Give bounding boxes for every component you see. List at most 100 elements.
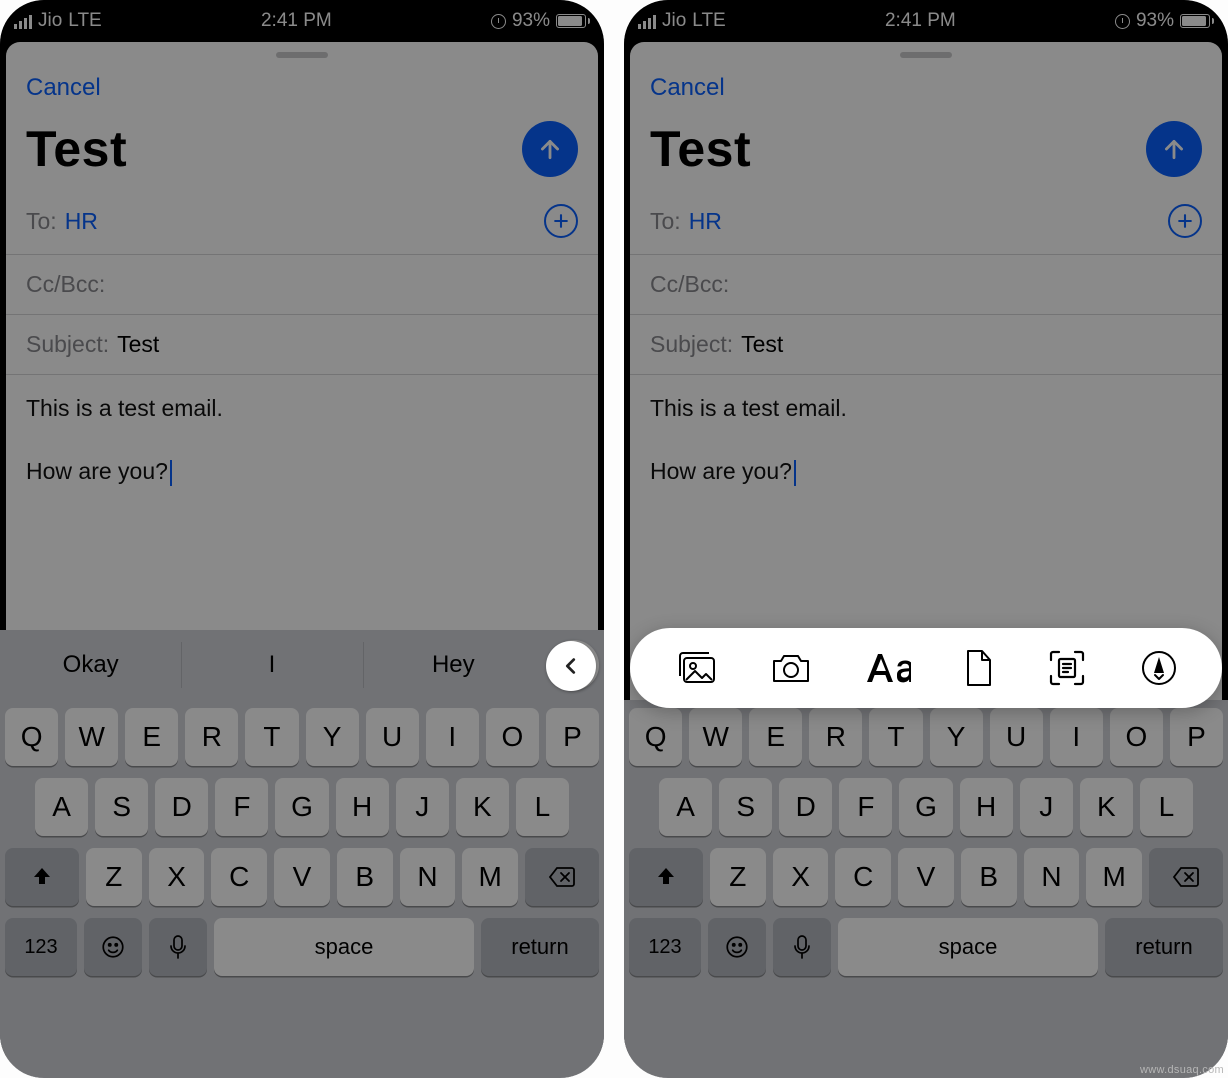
to-field[interactable]: To: HR <box>6 188 598 255</box>
key-g[interactable]: G <box>275 778 328 836</box>
key-space[interactable]: space <box>214 918 474 976</box>
key-j[interactable]: J <box>396 778 449 836</box>
key-s[interactable]: S <box>719 778 772 836</box>
key-123[interactable]: 123 <box>629 918 701 976</box>
body-line: This is a test email. <box>650 389 1202 428</box>
scan-document-button[interactable] <box>1047 648 1087 688</box>
key-y[interactable]: Y <box>306 708 359 766</box>
key-f[interactable]: F <box>839 778 892 836</box>
cancel-button[interactable]: Cancel <box>650 74 725 102</box>
key-i[interactable]: I <box>426 708 479 766</box>
key-d[interactable]: D <box>155 778 208 836</box>
key-y[interactable]: Y <box>930 708 983 766</box>
to-label: To: <box>650 208 681 235</box>
key-d[interactable]: D <box>779 778 832 836</box>
key-c[interactable]: C <box>211 848 267 906</box>
key-f[interactable]: F <box>215 778 268 836</box>
send-button[interactable] <box>522 121 578 177</box>
text-cursor <box>794 460 796 486</box>
key-b[interactable]: B <box>337 848 393 906</box>
key-k[interactable]: K <box>1080 778 1133 836</box>
key-e[interactable]: E <box>125 708 178 766</box>
key-w[interactable]: W <box>65 708 118 766</box>
key-a[interactable]: A <box>35 778 88 836</box>
key-h[interactable]: H <box>960 778 1013 836</box>
expand-highlight[interactable] <box>546 641 596 691</box>
key-return[interactable]: return <box>1105 918 1223 976</box>
key-k[interactable]: K <box>456 778 509 836</box>
key-backspace[interactable] <box>1149 848 1223 906</box>
key-b[interactable]: B <box>961 848 1017 906</box>
key-space[interactable]: space <box>838 918 1098 976</box>
cc-bcc-field[interactable]: Cc/Bcc: <box>630 255 1222 315</box>
add-contact-button[interactable] <box>1168 204 1202 238</box>
key-m[interactable]: M <box>462 848 518 906</box>
key-z[interactable]: Z <box>86 848 142 906</box>
subject-field[interactable]: Subject: Test <box>630 315 1222 375</box>
key-q[interactable]: Q <box>5 708 58 766</box>
key-e[interactable]: E <box>749 708 802 766</box>
key-p[interactable]: P <box>546 708 599 766</box>
file-icon <box>963 648 995 688</box>
key-r[interactable]: R <box>809 708 862 766</box>
key-emoji[interactable] <box>84 918 142 976</box>
suggestion-0[interactable]: Okay <box>0 630 181 700</box>
emoji-icon <box>724 934 750 960</box>
key-n[interactable]: N <box>400 848 456 906</box>
camera-button[interactable] <box>770 651 812 685</box>
key-o[interactable]: O <box>1110 708 1163 766</box>
key-o[interactable]: O <box>486 708 539 766</box>
key-return[interactable]: return <box>481 918 599 976</box>
key-l[interactable]: L <box>1140 778 1193 836</box>
key-r[interactable]: R <box>185 708 238 766</box>
key-l[interactable]: L <box>516 778 569 836</box>
markup-button[interactable] <box>1140 649 1178 687</box>
key-x[interactable]: X <box>149 848 205 906</box>
key-w[interactable]: W <box>689 708 742 766</box>
suggestion-1[interactable]: I <box>181 630 362 700</box>
key-q[interactable]: Q <box>629 708 682 766</box>
key-a[interactable]: A <box>659 778 712 836</box>
sheet-grabber[interactable] <box>276 52 328 58</box>
subject-field[interactable]: Subject: Test <box>6 315 598 375</box>
key-p[interactable]: P <box>1170 708 1223 766</box>
microphone-icon <box>792 934 812 960</box>
photo-library-button[interactable] <box>674 650 718 686</box>
key-m[interactable]: M <box>1086 848 1142 906</box>
key-s[interactable]: S <box>95 778 148 836</box>
key-emoji[interactable] <box>708 918 766 976</box>
key-shift[interactable] <box>5 848 79 906</box>
text-format-button[interactable] <box>865 652 911 684</box>
cancel-button[interactable]: Cancel <box>26 74 101 102</box>
key-h[interactable]: H <box>336 778 389 836</box>
attach-file-button[interactable] <box>963 648 995 688</box>
cc-bcc-field[interactable]: Cc/Bcc: <box>6 255 598 315</box>
key-shift[interactable] <box>629 848 703 906</box>
key-g[interactable]: G <box>899 778 952 836</box>
key-dictation[interactable] <box>773 918 831 976</box>
key-v[interactable]: V <box>898 848 954 906</box>
subject-label: Subject: <box>26 331 109 358</box>
key-j[interactable]: J <box>1020 778 1073 836</box>
battery-percent: 93% <box>512 10 550 32</box>
key-t[interactable]: T <box>245 708 298 766</box>
send-button[interactable] <box>1146 121 1202 177</box>
key-z[interactable]: Z <box>710 848 766 906</box>
key-v[interactable]: V <box>274 848 330 906</box>
key-dictation[interactable] <box>149 918 207 976</box>
key-c[interactable]: C <box>835 848 891 906</box>
backspace-icon <box>548 866 576 888</box>
key-n[interactable]: N <box>1024 848 1080 906</box>
to-field[interactable]: To: HR <box>630 188 1222 255</box>
add-contact-button[interactable] <box>544 204 578 238</box>
suggestion-2[interactable]: Hey <box>363 630 544 700</box>
key-i[interactable]: I <box>1050 708 1103 766</box>
sheet-grabber[interactable] <box>900 52 952 58</box>
key-u[interactable]: U <box>990 708 1043 766</box>
key-u[interactable]: U <box>366 708 419 766</box>
key-x[interactable]: X <box>773 848 829 906</box>
key-backspace[interactable] <box>525 848 599 906</box>
key-t[interactable]: T <box>869 708 922 766</box>
microphone-icon <box>168 934 188 960</box>
key-123[interactable]: 123 <box>5 918 77 976</box>
